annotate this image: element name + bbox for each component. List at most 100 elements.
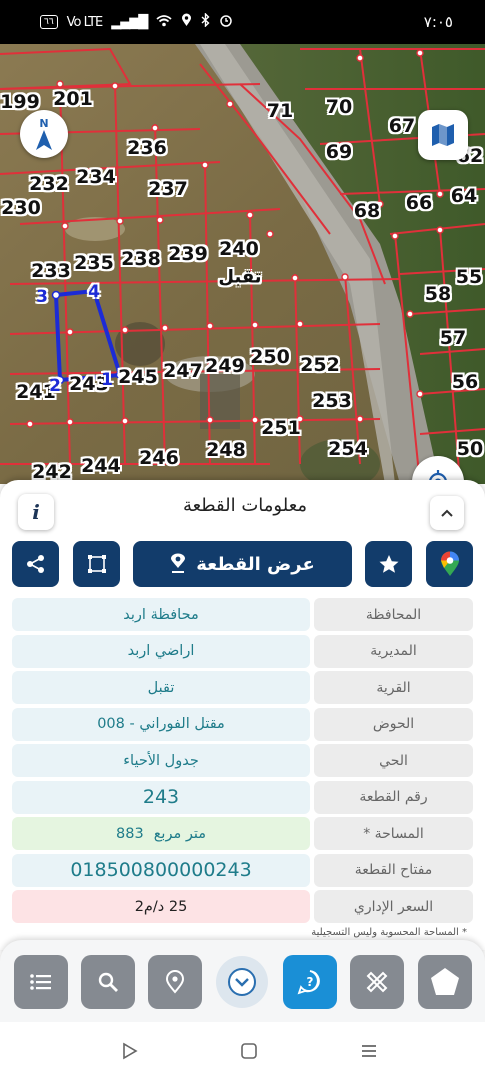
row-value: اراضي اربد xyxy=(12,634,310,668)
compass-north-label: N xyxy=(39,116,49,130)
network-label: Vo LTE xyxy=(66,14,104,30)
menu-recents-icon xyxy=(362,1045,376,1057)
parcel-label[interactable]: 251 xyxy=(261,417,301,439)
row-label: المحافظة xyxy=(314,598,473,631)
row-label: رقم القطعة xyxy=(314,780,473,814)
row-area: المساحة * متر مربع 883 xyxy=(12,817,473,850)
parcel-label[interactable]: 248 xyxy=(206,439,246,461)
parcel-label[interactable]: 58 xyxy=(425,283,451,305)
map-pin-icon xyxy=(171,553,186,573)
parcel-label[interactable]: 50 xyxy=(457,438,483,460)
star-icon xyxy=(379,555,398,573)
list-button[interactable] xyxy=(14,955,68,1009)
draw-polygon-button[interactable] xyxy=(418,955,472,1009)
parcel-label[interactable]: 253 xyxy=(312,390,352,412)
parcel-label[interactable]: 240 xyxy=(219,238,259,260)
village-label: تقبل xyxy=(218,266,262,288)
parcel-label[interactable]: 55 xyxy=(456,266,482,288)
parcel-label[interactable]: 66 xyxy=(406,192,432,214)
search-icon xyxy=(98,972,118,992)
parcel-label[interactable]: 249 xyxy=(205,355,245,377)
parcel-label[interactable]: 237 xyxy=(148,178,188,200)
parcel-label[interactable]: 239 xyxy=(168,243,208,265)
compass-button[interactable]: N xyxy=(20,110,68,158)
status-bar: ٦٦ Vo LTE ▂▄▆█ ٧:٠٥ xyxy=(0,0,485,44)
clock: ٧:٠٥ xyxy=(423,13,453,31)
parcel-label[interactable]: 247 xyxy=(163,360,203,382)
share-button[interactable] xyxy=(12,541,59,587)
row-neighborhood: الحي جدول الأحياء xyxy=(12,744,473,777)
nav-back-button[interactable] xyxy=(116,1038,142,1064)
row-label: الحي xyxy=(314,744,473,777)
collapse-panel-button[interactable] xyxy=(430,496,464,530)
area-number: 883 xyxy=(116,825,144,842)
parcel-label[interactable]: 199 xyxy=(0,91,40,113)
panel-actions: عرض القطعة DALEEL xyxy=(0,541,485,620)
parcel-info-table: المحافظة محافظة اربد المديرية اراضي اربد… xyxy=(12,598,473,927)
map-layers-button[interactable] xyxy=(418,110,468,160)
vertex-label-1: 1 xyxy=(101,370,113,390)
system-nav-bar xyxy=(0,1022,485,1080)
chevron-up-icon xyxy=(441,509,453,517)
battery-icon: ٦٦ xyxy=(40,15,58,29)
cadastral-map[interactable]: 199 201 71 70 67 62 236 69 232 234 237 66 64 230 68 233… xyxy=(0,44,485,484)
parcel-label[interactable]: 250 xyxy=(250,346,290,368)
chevron-down-icon xyxy=(228,968,256,996)
parcel-label[interactable]: 57 xyxy=(440,327,466,349)
measure-tools-button[interactable] xyxy=(350,955,404,1009)
map-background xyxy=(0,44,485,484)
search-button[interactable] xyxy=(81,955,135,1009)
row-value: محافظة اربد xyxy=(12,598,310,631)
parcel-label[interactable]: 67 xyxy=(389,115,415,137)
triangle-back-icon xyxy=(123,1042,138,1060)
list-icon xyxy=(30,974,51,990)
parcel-info-panel: i معلومات القطعة عرض القطعة المحافظة محا… xyxy=(0,480,485,950)
question-icon: ? xyxy=(297,970,320,995)
parcel-label[interactable]: 56 xyxy=(452,371,478,393)
row-admin-price: السعر الإداري 25 د/م2 xyxy=(12,890,473,923)
parcel-label[interactable]: 233 xyxy=(31,260,71,282)
bottom-toolbar: ? xyxy=(0,940,485,1022)
app-screen: ٦٦ Vo LTE ▂▄▆█ ٧:٠٥ 199 201 71 70 67 62 … xyxy=(0,0,485,1080)
vertex-label-2: 2 xyxy=(49,376,61,396)
parcel-label[interactable]: 234 xyxy=(76,166,116,188)
google-maps-icon xyxy=(440,551,459,576)
status-indicators: ٦٦ Vo LTE ▂▄▆█ xyxy=(40,12,233,31)
nav-recents-button[interactable] xyxy=(356,1038,382,1064)
nav-home-button[interactable] xyxy=(236,1038,262,1064)
place-button[interactable] xyxy=(148,955,202,1009)
row-label: المساحة * xyxy=(314,817,473,850)
help-button[interactable]: ? xyxy=(283,955,337,1009)
info-button[interactable]: i xyxy=(18,494,54,530)
favorite-button[interactable] xyxy=(365,541,412,587)
row-value: متر مربع 883 xyxy=(12,817,310,850)
show-boundary-button[interactable] xyxy=(73,541,120,587)
bluetooth-icon xyxy=(201,12,210,31)
square-home-icon xyxy=(241,1043,257,1059)
parcel-label[interactable]: 70 xyxy=(326,96,352,118)
parcel-label[interactable]: 254 xyxy=(328,438,368,460)
parcel-label[interactable]: 235 xyxy=(74,252,114,274)
expand-toolbar-button[interactable] xyxy=(216,956,268,1008)
parcel-label[interactable]: 69 xyxy=(326,141,352,163)
parcel-label[interactable]: 68 xyxy=(354,200,380,222)
google-maps-button[interactable] xyxy=(426,541,473,587)
parcel-label[interactable]: 246 xyxy=(139,447,179,469)
parcel-label[interactable]: 244 xyxy=(81,455,121,477)
parcel-label[interactable]: 230 xyxy=(1,197,41,219)
map-pin-icon xyxy=(165,970,185,994)
parcel-label[interactable]: 245 xyxy=(118,366,158,388)
signal-icon: ▂▄▆█ xyxy=(111,14,148,30)
row-label: المديرية xyxy=(314,634,473,668)
view-parcel-button[interactable]: عرض القطعة xyxy=(133,541,352,587)
parcel-label[interactable]: 64 xyxy=(451,185,477,207)
parcel-label[interactable]: 201 xyxy=(53,88,93,110)
parcel-label[interactable]: 232 xyxy=(29,173,69,195)
parcel-label[interactable]: 238 xyxy=(121,248,161,270)
parcel-label[interactable]: 252 xyxy=(300,354,340,376)
parcel-label[interactable]: 236 xyxy=(127,137,167,159)
parcel-label[interactable]: 71 xyxy=(267,100,293,122)
row-directorate: المديرية اراضي اربد xyxy=(12,634,473,668)
row-parcel-key: مفتاح القطعة 018500800000243 xyxy=(12,853,473,887)
share-icon xyxy=(26,555,44,573)
